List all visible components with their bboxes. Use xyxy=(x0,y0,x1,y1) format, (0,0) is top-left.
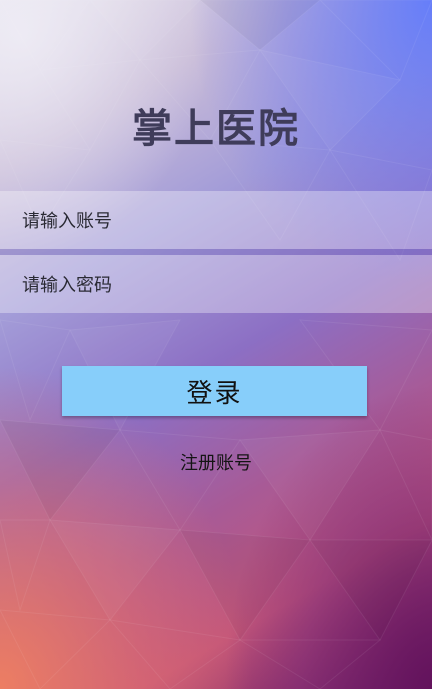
account-input[interactable]: 请输入账号 xyxy=(0,191,432,249)
password-placeholder: 请输入密码 xyxy=(22,275,112,296)
login-screen: 掌上医院 请输入账号 请输入密码 登录 注册账号 xyxy=(0,0,432,689)
password-input[interactable]: 请输入密码 xyxy=(0,255,432,313)
account-placeholder: 请输入账号 xyxy=(22,211,112,232)
app-title: 掌上医院 xyxy=(132,106,300,152)
login-button[interactable]: 登录 xyxy=(62,366,367,416)
register-link[interactable]: 注册账号 xyxy=(0,449,432,475)
